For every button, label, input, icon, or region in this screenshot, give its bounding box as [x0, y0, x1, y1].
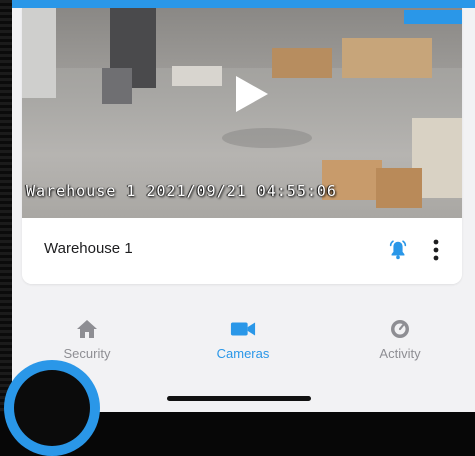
pallet	[172, 66, 222, 86]
box-stack	[272, 48, 332, 78]
live-badge-strip	[404, 10, 462, 24]
floating-action-button-inner	[14, 370, 90, 446]
phone-bezel-edge	[0, 0, 12, 412]
app-screen: Warehouse 1 2021/09/21 04:55:06 Warehous…	[12, 8, 475, 412]
left-wall	[22, 8, 56, 98]
home-indicator	[167, 396, 311, 401]
video-camera-icon	[230, 316, 256, 342]
camera-card[interactable]: Warehouse 1 2021/09/21 04:55:06 Warehous…	[22, 8, 462, 284]
tab-activity-label: Activity	[379, 346, 421, 361]
bell-ringing-icon	[389, 240, 407, 260]
camera-name: Warehouse 1	[44, 240, 133, 257]
floor-stain	[222, 128, 312, 148]
top-accent-strip	[0, 0, 475, 8]
vertical-ellipsis-icon	[433, 239, 439, 261]
box-stack-right	[342, 38, 432, 78]
video-timestamp-overlay: Warehouse 1 2021/09/21 04:55:06	[26, 182, 337, 200]
more-options-button[interactable]	[426, 234, 446, 266]
camera-card-footer: Warehouse 1	[22, 218, 462, 284]
activity-icon	[387, 316, 413, 342]
tab-cameras-label: Cameras	[216, 346, 270, 361]
video-player[interactable]: Warehouse 1 2021/09/21 04:55:06	[22, 8, 462, 218]
floor-box-2	[376, 168, 422, 208]
floating-action-button[interactable]	[4, 360, 100, 456]
tab-activity[interactable]: Activity	[340, 308, 460, 370]
tab-cameras[interactable]: Cameras	[183, 308, 303, 370]
trash-bin	[102, 68, 132, 104]
play-icon[interactable]	[234, 74, 270, 114]
home-icon	[74, 316, 100, 342]
tab-security-label: Security	[63, 346, 111, 361]
notification-bell-button[interactable]	[384, 236, 412, 264]
